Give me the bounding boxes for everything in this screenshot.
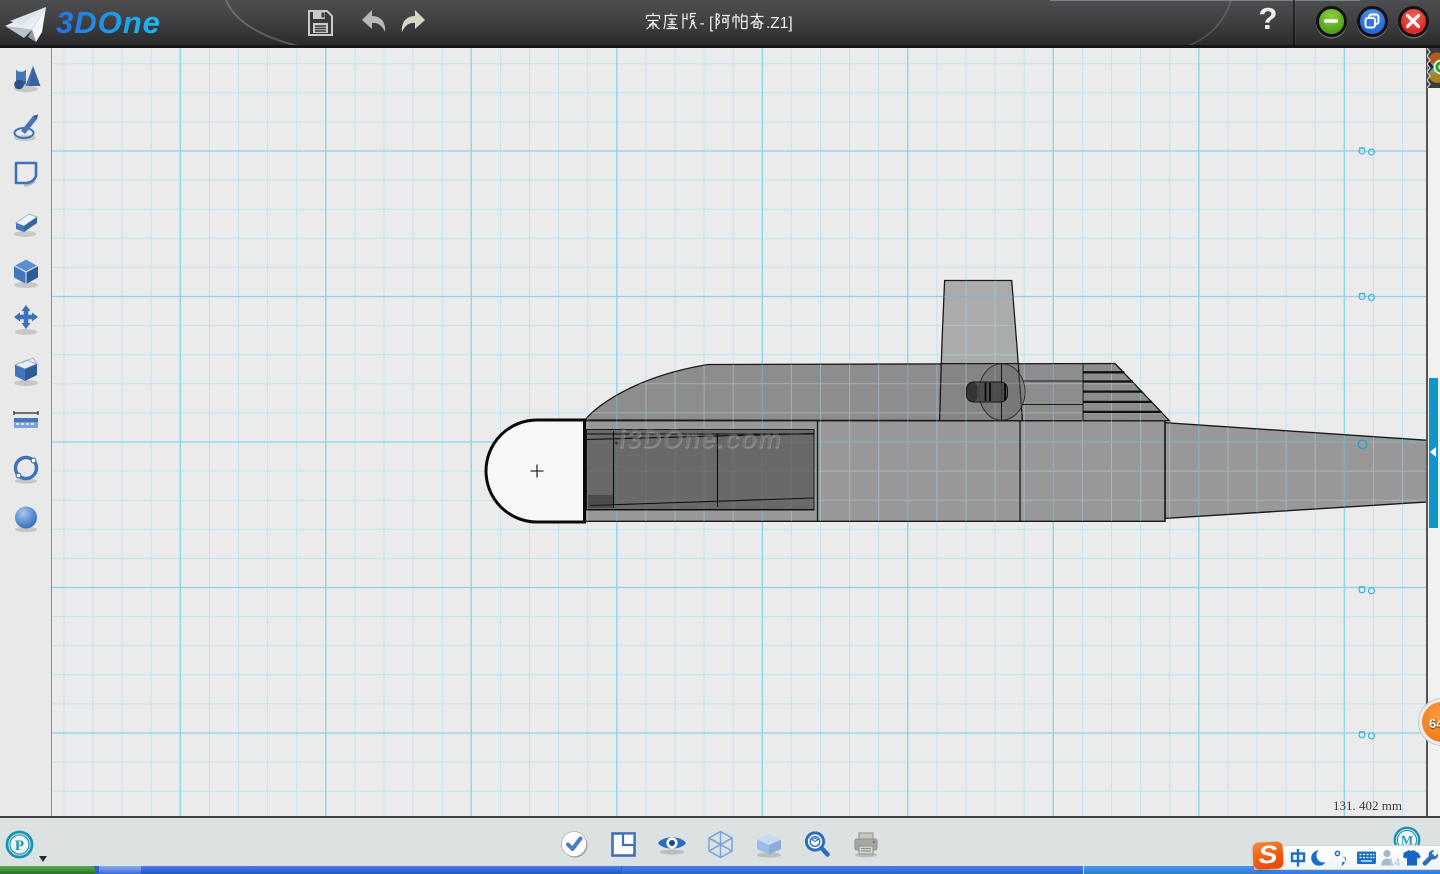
svg-text:14: 14 — [1388, 857, 1401, 869]
svg-text:- [: - [ — [700, 15, 714, 32]
svg-text:P: P — [15, 838, 24, 854]
svg-text:i3DOne.com: i3DOne.com — [616, 423, 784, 453]
svg-text:.Z1]: .Z1] — [766, 15, 793, 32]
